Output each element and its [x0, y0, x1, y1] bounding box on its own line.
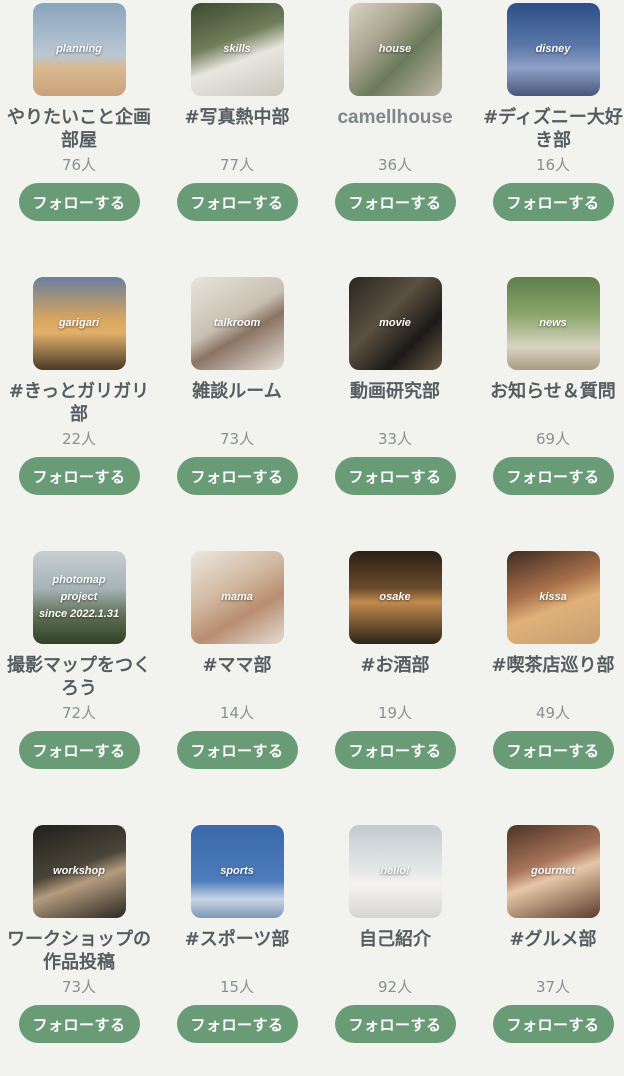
community-thumbnail[interactable]: planning: [32, 3, 126, 96]
community-card[interactable]: skills #写真熱中部 77人フォローする: [159, 3, 315, 221]
community-card[interactable]: garigari #きっとガリガリ部 22人フォローする: [1, 277, 157, 495]
follow-button[interactable]: フォローする: [334, 731, 456, 769]
community-card[interactable]: disney #ディズニー大好き部 16人フォローする: [475, 3, 624, 221]
member-count: 69人: [535, 430, 571, 448]
community-thumbnail[interactable]: sports: [190, 825, 284, 918]
thumbnail-tag: talkroom: [213, 317, 261, 329]
community-card[interactable]: osake #お酒部 19人フォローする: [317, 551, 473, 769]
community-thumbnail[interactable]: osake: [348, 551, 442, 644]
thumbnail-tag: workshop: [53, 865, 105, 877]
community-name[interactable]: 動画研究部: [320, 380, 470, 426]
thumbnail-tag: skills: [223, 43, 251, 55]
follow-button[interactable]: フォローする: [18, 1005, 140, 1043]
community-card[interactable]: photomap project since 2022.1.31 撮影マップをつく…: [1, 551, 157, 769]
community-name[interactable]: #お酒部: [320, 654, 470, 700]
community-name[interactable]: ワークショップの作品投稿: [4, 928, 154, 974]
member-count: 92人: [377, 978, 413, 996]
community-card[interactable]: kissa #喫茶店巡り部 49人フォローする: [475, 551, 624, 769]
thumbnail-tag: planning: [56, 43, 102, 55]
community-thumbnail[interactable]: photomap project since 2022.1.31: [32, 551, 126, 644]
thumbnail-tag: mama: [221, 591, 253, 603]
community-card[interactable]: mama #ママ部 14人フォローする: [159, 551, 315, 769]
thumbnail-tag: kissa: [539, 591, 567, 603]
member-count: 14人: [219, 704, 255, 722]
community-thumbnail[interactable]: hello!: [348, 825, 442, 918]
member-count: 73人: [61, 978, 97, 996]
community-name[interactable]: camellhouse: [320, 106, 470, 152]
follow-button[interactable]: フォローする: [18, 457, 140, 495]
community-name[interactable]: やりたいこと企画部屋: [4, 106, 154, 152]
follow-button[interactable]: フォローする: [176, 457, 298, 495]
follow-button[interactable]: フォローする: [334, 1005, 456, 1043]
community-card[interactable]: hello! 自己紹介 92人フォローする: [317, 825, 473, 1043]
community-card[interactable]: sports #スポーツ部 15人フォローする: [159, 825, 315, 1043]
community-card[interactable]: news お知らせ＆質問 69人フォローする: [475, 277, 624, 495]
community-card[interactable]: talkroom 雑談ルーム 73人フォローする: [159, 277, 315, 495]
community-thumbnail[interactable]: garigari: [32, 277, 126, 370]
community-thumbnail[interactable]: kissa: [506, 551, 600, 644]
thumbnail-tag: house: [378, 43, 412, 55]
community-thumbnail[interactable]: disney: [506, 3, 600, 96]
community-name[interactable]: 雑談ルーム: [162, 380, 312, 426]
member-count: 16人: [535, 156, 571, 174]
member-count: 22人: [61, 430, 97, 448]
community-card[interactable]: planning やりたいこと企画部屋 76人フォローする: [1, 3, 157, 221]
member-count: 49人: [535, 704, 571, 722]
follow-button[interactable]: フォローする: [176, 183, 298, 221]
community-name[interactable]: #グルメ部: [478, 928, 624, 974]
member-count: 15人: [219, 978, 255, 996]
community-name[interactable]: #喫茶店巡り部: [478, 654, 624, 700]
member-count: 33人: [377, 430, 413, 448]
community-card[interactable]: house camellhouse 36人フォローする: [317, 3, 473, 221]
thumbnail-tag: disney: [535, 43, 571, 55]
community-name[interactable]: #スポーツ部: [162, 928, 312, 974]
thumbnail-tag: osake: [379, 591, 411, 603]
thumbnail-tag: hello!: [380, 865, 410, 877]
community-card[interactable]: gourmet #グルメ部 37人フォローする: [475, 825, 624, 1043]
follow-button[interactable]: フォローする: [492, 731, 614, 769]
community-thumbnail[interactable]: mama: [190, 551, 284, 644]
community-card[interactable]: movie 動画研究部 33人フォローする: [317, 277, 473, 495]
follow-button[interactable]: フォローする: [492, 1005, 614, 1043]
community-name[interactable]: #ママ部: [162, 654, 312, 700]
follow-button[interactable]: フォローする: [176, 1005, 298, 1043]
community-thumbnail[interactable]: skills: [190, 3, 284, 96]
community-name[interactable]: お知らせ＆質問: [478, 380, 624, 426]
follow-button[interactable]: フォローする: [176, 731, 298, 769]
thumbnail-tag: movie: [379, 317, 411, 329]
community-thumbnail[interactable]: movie: [348, 277, 442, 370]
community-name[interactable]: 撮影マップをつくろう: [4, 654, 154, 700]
member-count: 36人: [377, 156, 413, 174]
thumbnail-tag: gourmet: [531, 865, 575, 877]
community-grid: planning やりたいこと企画部屋 76人フォローする skills #写真熱中部 7…: [0, 0, 624, 1076]
community-name[interactable]: #ディズニー大好き部: [478, 106, 624, 152]
community-name[interactable]: 自己紹介: [320, 928, 470, 974]
thumbnail-tag: garigari: [58, 317, 100, 329]
community-name[interactable]: #写真熱中部: [162, 106, 312, 152]
community-thumbnail[interactable]: news: [506, 277, 600, 370]
community-name[interactable]: #きっとガリガリ部: [4, 380, 154, 426]
follow-button[interactable]: フォローする: [18, 183, 140, 221]
community-thumbnail[interactable]: gourmet: [506, 825, 600, 918]
member-count: 72人: [61, 704, 97, 722]
thumbnail-tag: sports: [220, 865, 254, 877]
community-thumbnail[interactable]: workshop: [32, 825, 126, 918]
follow-button[interactable]: フォローする: [492, 457, 614, 495]
community-thumbnail[interactable]: house: [348, 3, 442, 96]
follow-button[interactable]: フォローする: [334, 457, 456, 495]
community-card[interactable]: workshop ワークショップの作品投稿 73人フォローする: [1, 825, 157, 1043]
follow-button[interactable]: フォローする: [334, 183, 456, 221]
member-count: 76人: [61, 156, 97, 174]
thumbnail-tag: news: [539, 317, 567, 329]
thumbnail-tag: photomap project since 2022.1.31: [38, 574, 120, 620]
follow-button[interactable]: フォローする: [492, 183, 614, 221]
member-count: 73人: [219, 430, 255, 448]
member-count: 19人: [377, 704, 413, 722]
member-count: 37人: [535, 978, 571, 996]
community-thumbnail[interactable]: talkroom: [190, 277, 284, 370]
member-count: 77人: [219, 156, 255, 174]
follow-button[interactable]: フォローする: [18, 731, 140, 769]
